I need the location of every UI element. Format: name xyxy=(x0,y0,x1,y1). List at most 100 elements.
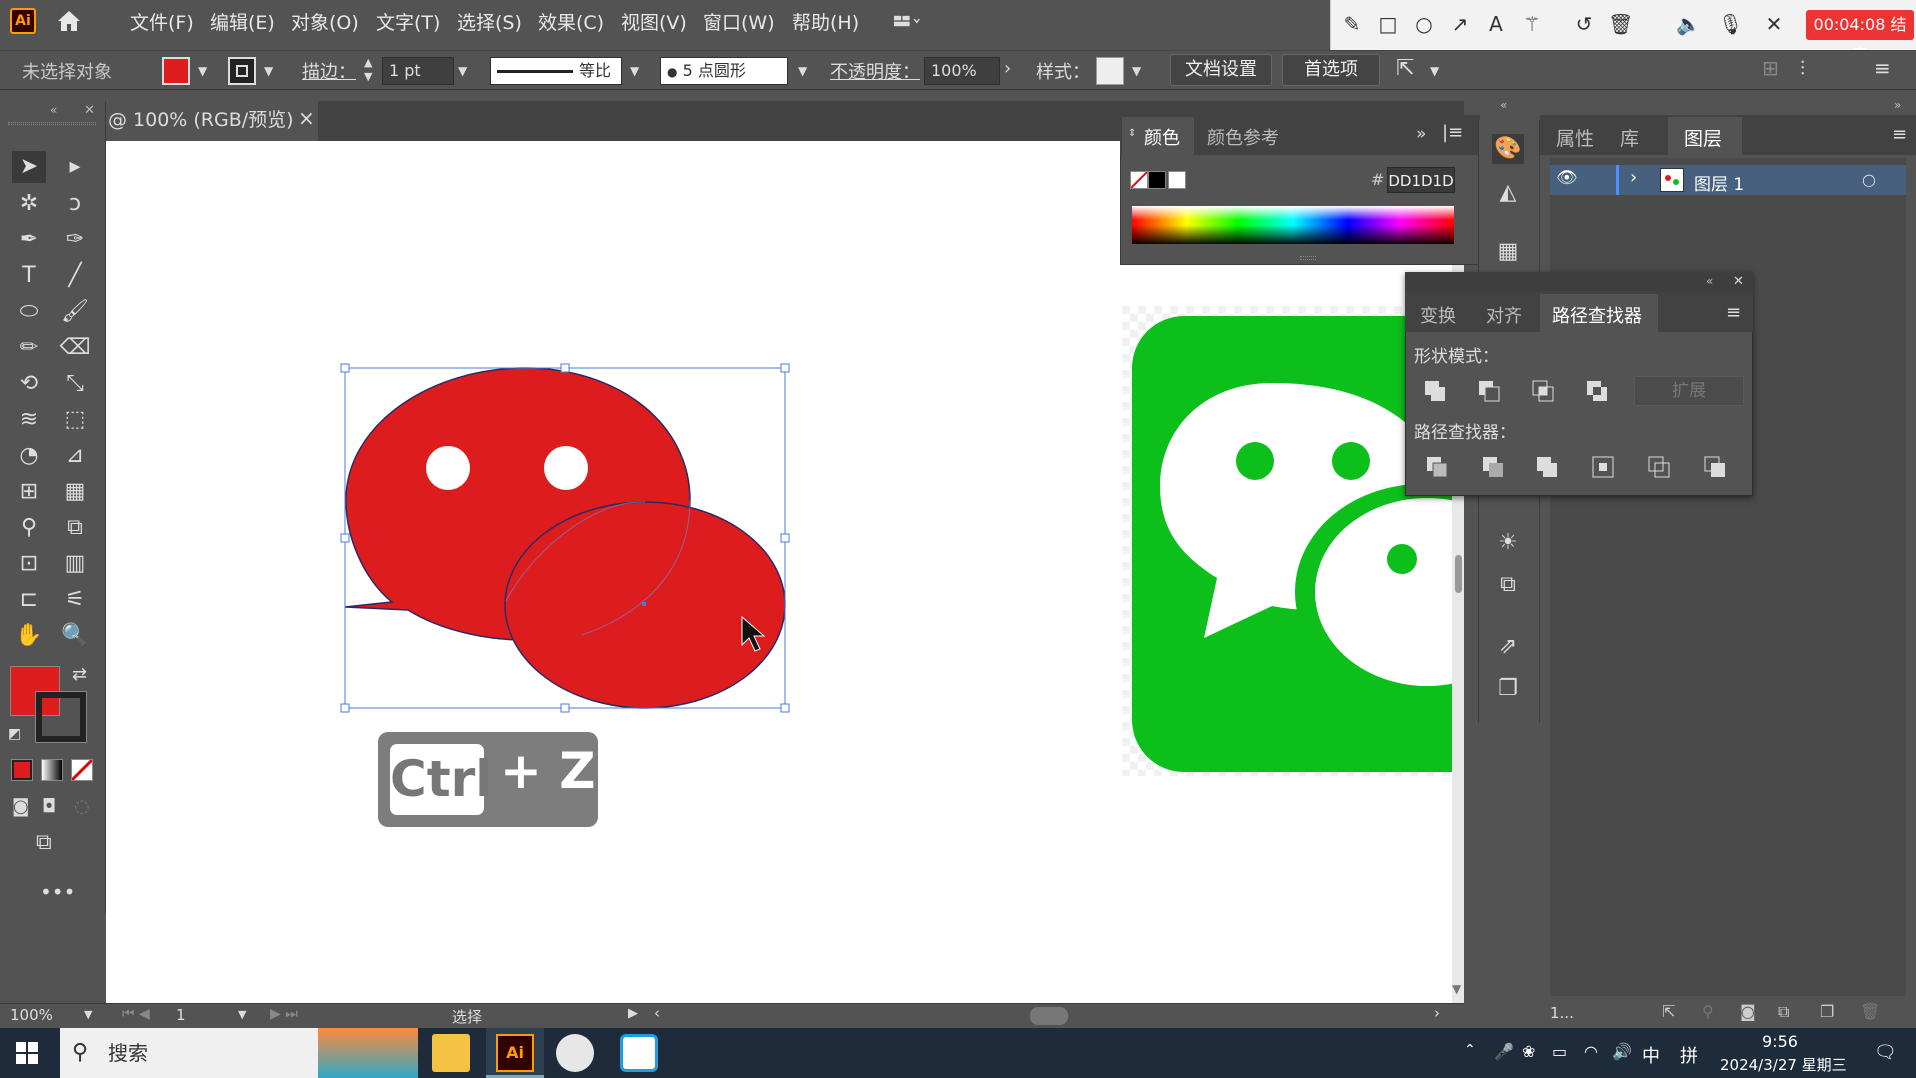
artboard-number[interactable]: 1 xyxy=(176,1006,186,1024)
stroke-color-swatch[interactable] xyxy=(35,691,87,743)
shaper-tool-icon[interactable]: ✏ xyxy=(12,332,46,364)
chevron-right-icon[interactable]: › xyxy=(1004,58,1011,79)
chevron-down-icon[interactable]: ▼ xyxy=(458,64,467,78)
document-setup-button[interactable]: 文档设置 xyxy=(1170,54,1272,86)
stroke-profile-dropdown[interactable]: 等比 xyxy=(490,57,622,85)
more-tools-icon[interactable]: ••• xyxy=(40,880,75,904)
tray-mic-icon[interactable]: 🎤 xyxy=(1494,1042,1514,1061)
notifications-icon[interactable]: 🗨 xyxy=(1874,1042,1897,1063)
slice-tool-icon[interactable]: ⚟ xyxy=(58,584,92,616)
chevron-down-icon[interactable]: ▼ xyxy=(630,64,639,78)
artboards-icon[interactable]: ❐ xyxy=(1492,674,1524,704)
style-swatch[interactable] xyxy=(1096,57,1124,85)
divide-icon[interactable] xyxy=(1424,454,1452,482)
eyedropper-tool-icon[interactable]: ⚲ xyxy=(12,512,46,544)
warp-tool-icon[interactable]: ≋ xyxy=(12,404,46,436)
selection-tool-icon[interactable]: ➤ xyxy=(12,151,46,183)
ime-indicator[interactable]: 中 xyxy=(1642,1042,1660,1068)
menu-select[interactable]: 选择(S) xyxy=(457,8,522,35)
scroll-down-icon[interactable]: ▼ xyxy=(1452,982,1461,996)
collapse-icon[interactable]: « xyxy=(1706,274,1713,288)
scrollbar-thumb[interactable] xyxy=(1455,555,1462,593)
panel-menu-icon[interactable]: |≡ xyxy=(1442,122,1463,143)
fill-swatch[interactable] xyxy=(162,57,190,85)
tab-transform[interactable]: 变换 xyxy=(1420,302,1456,328)
target-circle-icon[interactable]: ○ xyxy=(1862,170,1876,189)
opacity-field[interactable]: 100% xyxy=(924,57,1000,85)
hand-tool-icon[interactable]: ✋ xyxy=(12,620,46,652)
battery-icon[interactable]: ▭ xyxy=(1552,1042,1567,1061)
rectangle-icon[interactable]: □ xyxy=(1376,12,1400,36)
menu-help[interactable]: 帮助(H) xyxy=(792,8,859,35)
layer-name[interactable]: 图层 1 xyxy=(1694,170,1744,195)
speaker-icon[interactable]: 🔈 xyxy=(1676,12,1701,36)
zoom-tool-icon[interactable]: 🔍 xyxy=(58,620,92,652)
stroke-weight-field[interactable]: 1 pt xyxy=(382,57,454,85)
first-artboard-icon[interactable]: ⏮ ◀ xyxy=(122,1006,150,1022)
stroke-swatch[interactable] xyxy=(228,57,256,85)
perspective-grid-tool-icon[interactable]: ⊿ xyxy=(58,440,92,472)
tray-app-icon[interactable]: ❀ xyxy=(1522,1042,1535,1061)
stepper-icon[interactable]: ▲ ▼ xyxy=(364,56,372,84)
close-icon[interactable]: ✕ xyxy=(84,103,95,118)
color-mode-icon[interactable] xyxy=(11,759,33,781)
color-panel-icon[interactable]: 🎨 xyxy=(1492,134,1524,164)
outline-icon[interactable] xyxy=(1646,454,1674,482)
white-swatch[interactable] xyxy=(1168,171,1186,189)
hex-input[interactable]: DD1D1D xyxy=(1387,167,1455,193)
crop-icon[interactable] xyxy=(1590,454,1618,482)
tab-color-guide[interactable]: 颜色参考 xyxy=(1207,124,1279,150)
line-tool-icon[interactable]: ╱ xyxy=(58,260,92,292)
microphone-icon[interactable]: 🎙 xyxy=(1718,12,1743,36)
graph-tool-icon[interactable]: ▥ xyxy=(58,548,92,580)
gradient-tool-icon[interactable]: ▦ xyxy=(58,476,92,508)
minus-back-icon[interactable] xyxy=(1702,454,1730,482)
expand-panel-icon[interactable]: » xyxy=(1894,98,1901,112)
menu-icon[interactable]: ≡ xyxy=(1874,56,1891,80)
swap-colors-icon[interactable]: ⇄ xyxy=(72,664,87,685)
chevron-down-icon[interactable]: ▼ xyxy=(198,64,207,78)
ime-mode-indicator[interactable]: 拼 xyxy=(1680,1042,1698,1068)
direct-selection-tool-icon[interactable]: ▸ xyxy=(58,151,92,183)
menu-view[interactable]: 视图(V) xyxy=(621,8,687,35)
none-swatch[interactable] xyxy=(1130,171,1148,189)
brush-dropdown[interactable]: ● 5 点圆形 xyxy=(660,57,788,85)
red-chat-bubbles-artwork[interactable] xyxy=(330,355,800,725)
chevron-down-icon[interactable]: ▼ xyxy=(1430,64,1439,78)
black-swatch[interactable] xyxy=(1148,171,1166,189)
collect-export-icon[interactable]: ⇱ xyxy=(1662,1002,1675,1021)
trim-icon[interactable] xyxy=(1480,454,1508,482)
ellipse-tool-icon[interactable]: ⬭ xyxy=(12,296,46,328)
export-icon[interactable]: ⇗ xyxy=(1492,632,1524,662)
color-guide-icon[interactable]: ◭ xyxy=(1492,178,1524,208)
chevron-down-icon[interactable]: ▼ xyxy=(1132,64,1141,78)
shape-builder-tool-icon[interactable]: ◔ xyxy=(12,440,46,472)
intersect-icon[interactable] xyxy=(1530,378,1558,406)
transform-icon[interactable]: ⧉ xyxy=(1492,570,1524,600)
tray-overflow-icon[interactable]: ⌃ xyxy=(1464,1042,1476,1058)
zoom-level[interactable]: 100% xyxy=(10,1006,53,1024)
volume-icon[interactable]: 🔊 xyxy=(1612,1042,1632,1061)
merge-icon[interactable] xyxy=(1534,454,1562,482)
type-tool-icon[interactable]: T xyxy=(12,260,46,292)
free-transform-tool-icon[interactable]: ⬚ xyxy=(58,404,92,436)
draw-inside-icon[interactable]: ◌ xyxy=(74,796,90,817)
appearance-icon[interactable]: ☀ xyxy=(1492,528,1524,558)
pen-tool-icon[interactable]: ✒ xyxy=(12,224,46,256)
home-icon[interactable] xyxy=(56,9,82,33)
expand-panel-icon[interactable]: » xyxy=(1416,124,1426,144)
undo-icon[interactable]: ↺ xyxy=(1572,12,1596,36)
chevron-down-icon[interactable]: ▼ xyxy=(798,64,807,78)
minus-front-icon[interactable] xyxy=(1476,378,1504,406)
new-sublayer-icon[interactable]: ⧉ xyxy=(1778,1002,1789,1022)
cloud-app-icon[interactable] xyxy=(620,1034,658,1072)
last-artboard-icon[interactable]: ▶ ⏭ xyxy=(270,1006,298,1022)
menu-file[interactable]: 文件(F) xyxy=(130,8,194,35)
menu-effect[interactable]: 效果(C) xyxy=(538,8,604,35)
symbol-sprayer-tool-icon[interactable]: ⊡ xyxy=(12,548,46,580)
chevron-right-icon[interactable]: › xyxy=(1630,167,1637,188)
panel-resize-grip[interactable] xyxy=(1300,256,1316,260)
menu-type[interactable]: 文字(T) xyxy=(376,8,440,35)
windows-start-icon[interactable] xyxy=(16,1042,38,1064)
align-icon[interactable]: ⫶ xyxy=(1800,56,1805,80)
